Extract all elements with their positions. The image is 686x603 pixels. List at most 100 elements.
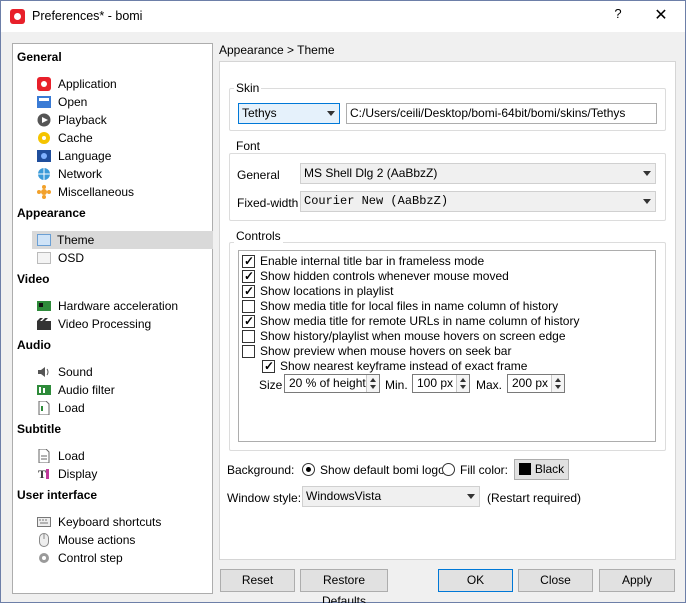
window-style-select[interactable]: WindowsVista (302, 486, 480, 507)
sidebar-item-playback[interactable]: Playback (33, 111, 211, 129)
option-label: Show media title for local files in name… (260, 299, 559, 313)
sidebar-item-label: Miscellaneous (58, 185, 135, 199)
title-bar[interactable]: Preferences* - bomi ? ✕ (1, 1, 685, 32)
checkbox[interactable] (242, 269, 255, 283)
sidebar-item-label: Control step (58, 551, 123, 565)
font-general-select[interactable]: MS Shell Dlg 2 (AaBbzZ) (300, 163, 656, 184)
sidebar-item-network[interactable]: Network (33, 165, 211, 183)
sidebar-item-label: OSD (58, 251, 85, 265)
application-icon (37, 77, 51, 91)
size-value: 20 % of height (289, 376, 366, 390)
sidebar-item-open[interactable]: Open (33, 93, 211, 111)
close-button[interactable]: Close (518, 569, 593, 592)
radio-fill-color[interactable] (442, 463, 455, 476)
sidebar-item-miscellaneous[interactable]: Miscellaneous (33, 183, 211, 201)
sidebar-item-subtitle-display[interactable]: T Display (33, 465, 211, 483)
sidebar-item-osd[interactable]: OSD (33, 249, 211, 267)
spin-down-icon (460, 385, 466, 389)
sidebar-item-control-step[interactable]: Control step (33, 549, 211, 567)
min-value: 100 px (417, 376, 454, 390)
checkbox[interactable] (262, 359, 275, 373)
restore-defaults-button[interactable]: Restore Defaults (300, 569, 388, 603)
section-user-interface: User interface (17, 488, 98, 502)
skin-select[interactable]: Tethys (238, 103, 340, 124)
spin-up-icon (460, 378, 466, 382)
svg-text:T: T (38, 467, 46, 481)
chevron-down-icon (643, 171, 651, 176)
sidebar-item-audio-filter[interactable]: Audio filter (33, 381, 211, 399)
skin-path-field[interactable]: C:/Users/ceili/Desktop/bomi-64bit/bomi/s… (346, 103, 657, 124)
sidebar-item-mouse-actions[interactable]: Mouse actions (33, 531, 211, 549)
sidebar-item-subtitle-load[interactable]: Load (33, 447, 211, 465)
sidebar-item-label: Load (58, 449, 85, 463)
miscellaneous-icon (37, 185, 51, 199)
checkbox[interactable] (242, 314, 255, 328)
sidebar-item-label: Cache (58, 131, 93, 145)
sidebar-item-audio-load[interactable]: Load (33, 399, 211, 417)
spin-up-icon (370, 378, 376, 382)
close-window-button[interactable]: ✕ (646, 5, 676, 27)
background-label: Background: (227, 463, 295, 477)
sidebar-item-language[interactable]: Language (33, 147, 211, 165)
window-title: Preferences* - bomi (32, 9, 143, 23)
sidebar-item-cache[interactable]: Cache (33, 129, 211, 147)
checkbox[interactable] (242, 345, 255, 358)
min-spinbox[interactable]: 100 px (412, 374, 470, 393)
max-value: 200 px (512, 376, 549, 390)
checkbox[interactable] (242, 284, 255, 298)
sidebar-item-label: Playback (58, 113, 107, 127)
size-label: Size (259, 378, 283, 392)
sidebar-item-label: Video Processing (58, 317, 152, 331)
checkbox[interactable] (242, 300, 255, 313)
help-button[interactable]: ? (606, 6, 630, 26)
min-label: Min. (385, 378, 408, 392)
spin-buttons[interactable] (551, 375, 564, 392)
sidebar-item-label: Mouse actions (58, 533, 136, 547)
color-picker-button[interactable]: Black (514, 459, 569, 480)
font-fixed-value: Courier New (AaBbzZ) (304, 194, 449, 208)
checkbox[interactable] (242, 254, 255, 268)
sidebar-item-application[interactable]: Application (33, 75, 211, 93)
keyboard-icon (37, 515, 51, 529)
font-fixed-select[interactable]: Courier New (AaBbzZ) (300, 191, 656, 212)
color-name: Black (534, 462, 565, 476)
sidebar-item-hardware-acceleration[interactable]: Hardware acceleration (33, 297, 211, 315)
section-appearance: Appearance (17, 206, 86, 220)
sidebar-item-theme[interactable]: Theme (32, 231, 213, 249)
bomi-app-icon (10, 9, 25, 24)
subtitle-display-icon: T (37, 467, 51, 481)
spin-buttons[interactable] (366, 375, 379, 392)
option-label: Show history/playlist when mouse hovers … (260, 329, 566, 343)
sidebar-item-keyboard-shortcuts[interactable]: Keyboard shortcuts (33, 513, 211, 531)
ok-button[interactable]: OK (438, 569, 513, 592)
sidebar-item-label: Network (58, 167, 103, 181)
sidebar-item-sound[interactable]: Sound (33, 363, 211, 381)
font-fixed-label: Fixed-width (237, 196, 299, 210)
chevron-down-icon (643, 199, 651, 204)
hardware-acceleration-icon (37, 299, 51, 313)
sidebar-item-label: Load (58, 401, 85, 415)
section-general: General (17, 50, 62, 64)
spin-buttons[interactable] (456, 375, 469, 392)
preferences-window: Preferences* - bomi ? ✕ General Applicat… (0, 0, 686, 603)
category-sidebar[interactable]: General Application Open Playback Cache … (12, 43, 213, 594)
sidebar-item-label: Open (58, 95, 88, 109)
option-label: Show preview when mouse hovers on seek b… (260, 344, 512, 358)
audio-filter-icon (37, 383, 51, 397)
color-swatch (518, 463, 531, 475)
chevron-down-icon (327, 111, 335, 116)
sidebar-item-video-processing[interactable]: Video Processing (33, 315, 211, 333)
section-video: Video (17, 272, 50, 286)
default-logo-label: Show default bomi logo (320, 463, 445, 477)
option-label: Show hidden controls whenever mouse move… (260, 269, 509, 283)
max-spinbox[interactable]: 200 px (507, 374, 565, 393)
spin-down-icon (370, 385, 376, 389)
font-general-label: General (237, 168, 280, 182)
checkbox[interactable] (242, 330, 255, 343)
sidebar-item-label: Application (58, 77, 117, 91)
radio-default-logo[interactable] (302, 463, 315, 476)
spin-up-icon (555, 378, 561, 382)
reset-button[interactable]: Reset (220, 569, 295, 592)
size-spinbox[interactable]: 20 % of height (284, 374, 380, 393)
apply-button[interactable]: Apply (599, 569, 675, 592)
